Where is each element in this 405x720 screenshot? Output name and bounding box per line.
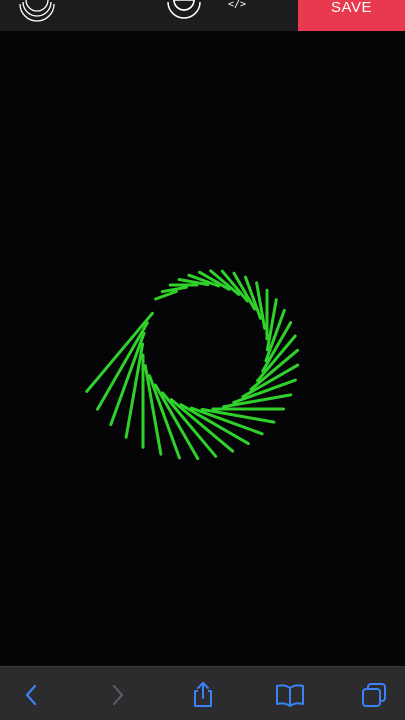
editor-toolbar: </> SAVE: [0, 0, 405, 31]
string-art-spiral: [85, 269, 300, 461]
spiral-line: [255, 281, 267, 330]
code-icon[interactable]: </>: [225, 0, 249, 31]
chevron-right-icon: [112, 684, 124, 706]
book-icon: [276, 684, 304, 707]
ring-icon[interactable]: [166, 0, 202, 31]
spiral-line: [154, 290, 178, 301]
chevron-left-icon: [25, 684, 37, 706]
spiral-line: [143, 364, 163, 456]
drawing-canvas[interactable]: [0, 31, 405, 666]
tabs-button[interactable]: [359, 681, 389, 709]
bookmarks-button[interactable]: [273, 681, 307, 709]
forward-button[interactable]: [103, 681, 133, 709]
tabs-icon: [362, 683, 386, 707]
spiral-line: [160, 285, 188, 294]
layered-circle-icon[interactable]: [18, 0, 58, 31]
code-label: </>: [227, 0, 247, 10]
save-button-label: SAVE: [331, 0, 372, 16]
save-button[interactable]: SAVE: [298, 0, 405, 31]
back-button[interactable]: [16, 681, 46, 709]
spiral-line: [222, 393, 293, 409]
share-icon: [194, 682, 212, 707]
share-button[interactable]: [188, 681, 218, 709]
spiral-line: [161, 391, 218, 458]
browser-toolbar: [0, 666, 405, 720]
